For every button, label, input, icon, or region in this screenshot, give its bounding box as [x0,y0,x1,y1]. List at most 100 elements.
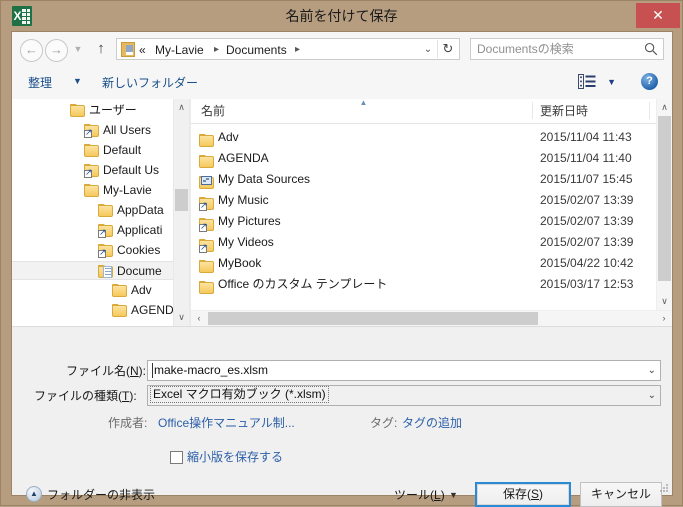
add-tag-link[interactable]: タグの追加 [402,415,462,431]
navigation-bar: ← → ▼ ↑ « My-Lavie ▸ Documents ▸ ⌄ ↻ Doc… [12,32,672,66]
tree-item-documents[interactable]: Docume [12,261,173,280]
search-input[interactable]: Documentsの検索 [470,38,664,60]
tree-item-all-users[interactable]: All Users [12,121,173,140]
tree-item-label: Cookies [117,243,161,257]
author-value[interactable]: Office操作マニュアル制... [158,415,295,431]
file-name-cell: My Music [218,193,269,207]
hide-folders-button[interactable]: フォルダーの非表示 [47,487,155,503]
address-bar[interactable]: « My-Lavie ▸ Documents ▸ ⌄ ↻ [116,38,460,60]
folder-icon [112,304,127,317]
table-row[interactable]: AGENDA 2015/11/04 11:40 ファ [191,148,672,169]
shortcut-icon [98,224,113,238]
tree-item-application-data[interactable]: Applicati [12,221,173,240]
folder-icon [199,257,214,273]
save-thumbnail-label[interactable]: 縮小版を保存する [187,449,283,465]
tree-item-label: Default [103,143,142,157]
recent-locations-icon[interactable]: ▼ [72,44,84,54]
table-row[interactable]: My Videos 2015/02/07 13:39 ファ [191,232,672,253]
tools-button[interactable]: ツール(L) [394,487,445,503]
tree-item-cookies[interactable]: Cookies [12,241,173,260]
tree-item-label: AppData [117,203,164,217]
table-row[interactable]: My Pictures 2015/02/07 13:39 ファ [191,211,672,232]
breadcrumb-documents[interactable]: Documents [226,42,287,58]
scroll-right-icon[interactable]: › [656,311,672,326]
folder-tree[interactable]: ユーザー All Users Default Default Us My-Lav… [12,99,173,326]
file-name-cell: My Pictures [218,214,281,228]
title-bar: X 名前を付けて保存 ✕ [1,1,682,31]
scrollbar-thumb[interactable] [208,312,538,325]
column-header-date[interactable]: 更新日時 [540,103,588,119]
tree-item-label: My-Lavie [103,183,152,197]
chevron-down-icon[interactable]: ▼ [449,490,458,500]
tree-item-my-lavie[interactable]: My-Lavie [12,181,173,200]
address-dropdown-icon[interactable]: ⌄ [419,41,437,59]
tree-scrollbar[interactable]: ∧ ∨ [173,99,189,326]
tree-item-adv[interactable]: Adv [12,281,173,300]
table-row[interactable]: My Music 2015/02/07 13:39 ファ [191,190,672,211]
chevron-down-icon[interactable]: ⌄ [648,364,656,377]
save-thumbnail-checkbox[interactable] [170,451,183,464]
breadcrumb-root[interactable]: « [139,42,146,58]
organize-button[interactable]: 整理 [28,74,52,91]
file-list-horizontal-scrollbar[interactable]: ‹ › [191,310,672,326]
view-dropdown-icon[interactable]: ▼ [607,77,616,87]
scroll-left-icon[interactable]: ‹ [191,311,207,326]
help-icon[interactable]: ? [641,73,658,90]
file-name-cell: My Data Sources [218,172,311,186]
tree-item-default-user[interactable]: Default Us [12,161,173,180]
dialog-footer: ▲ フォルダーの非表示 ツール(L) ▼ 保存(S) キャンセル [12,474,672,507]
file-list[interactable]: 名前 ▲ 更新日時 種 Adv 2015/11/04 11:43 ファ AGEN… [191,99,672,326]
close-button[interactable]: ✕ [636,3,680,28]
refresh-icon[interactable]: ↻ [437,40,458,58]
folder-icon [199,131,214,147]
tree-item-users[interactable]: ユーザー [12,101,173,120]
column-header-name[interactable]: 名前 [201,103,225,119]
back-icon[interactable]: ← [20,39,43,62]
folder-icon [70,104,85,117]
file-date-cell: 2015/02/07 13:39 [540,235,634,249]
column-divider[interactable] [649,102,650,119]
chevron-down-icon[interactable]: ▼ [73,76,82,86]
scroll-up-icon[interactable]: ∧ [657,99,672,116]
scroll-down-icon[interactable]: ∨ [174,309,189,326]
file-date-cell: 2015/11/07 15:45 [540,172,633,186]
tree-item-label: Docume [117,264,162,278]
tree-item-default[interactable]: Default [12,141,173,160]
scrollbar-thumb[interactable] [658,116,671,281]
folder-icon [84,144,99,157]
tree-item-label: ユーザー [89,103,137,117]
folder-icon [199,278,214,294]
tree-item-label: AGEND [131,303,173,317]
folder-icon [84,184,99,197]
forward-icon[interactable]: → [45,39,68,62]
column-divider[interactable] [532,102,533,119]
table-row[interactable]: My Data Sources 2015/11/07 15:45 ファ [191,169,672,190]
scroll-down-icon[interactable]: ∨ [657,293,672,310]
file-list-vertical-scrollbar[interactable]: ∧ ∨ [656,99,672,310]
column-header-row: 名前 ▲ 更新日時 種 [191,99,672,124]
table-row[interactable]: MyBook 2015/04/22 10:42 ファ [191,253,672,274]
shortcut-icon [84,124,99,138]
resize-grip[interactable] [659,483,669,493]
tree-item-appdata[interactable]: AppData [12,201,173,220]
table-row[interactable]: Office のカスタム テンプレート 2015/03/17 12:53 ファ [191,274,672,295]
collapse-arrow-icon[interactable]: ▲ [26,486,42,502]
shortcut-icon [84,164,99,178]
new-folder-button[interactable]: 新しいフォルダー [102,74,198,91]
table-row[interactable]: Adv 2015/11/04 11:43 ファ [191,127,672,148]
tree-item-agenda[interactable]: AGEND [12,301,173,320]
folder-icon [98,204,113,217]
file-date-cell: 2015/04/22 10:42 [540,256,634,270]
author-label: 作成者: [108,416,148,430]
filename-input[interactable]: make-macro_es.xlsm ⌄ [147,360,661,381]
chevron-down-icon[interactable]: ⌄ [648,389,656,402]
filetype-select[interactable]: Excel マクロ有効ブック (*.xlsm) ⌄ [147,385,661,406]
breadcrumb-my-lavie[interactable]: My-Lavie [155,42,204,58]
up-folder-icon[interactable]: ↑ [92,40,110,58]
filename-label: ファイル名(N): [66,364,147,378]
cancel-button[interactable]: キャンセル [580,482,662,507]
view-layout-icon[interactable] [578,74,596,89]
scrollbar-thumb[interactable] [175,189,188,211]
scroll-up-icon[interactable]: ∧ [174,99,189,116]
save-button[interactable]: 保存(S) [475,482,571,507]
